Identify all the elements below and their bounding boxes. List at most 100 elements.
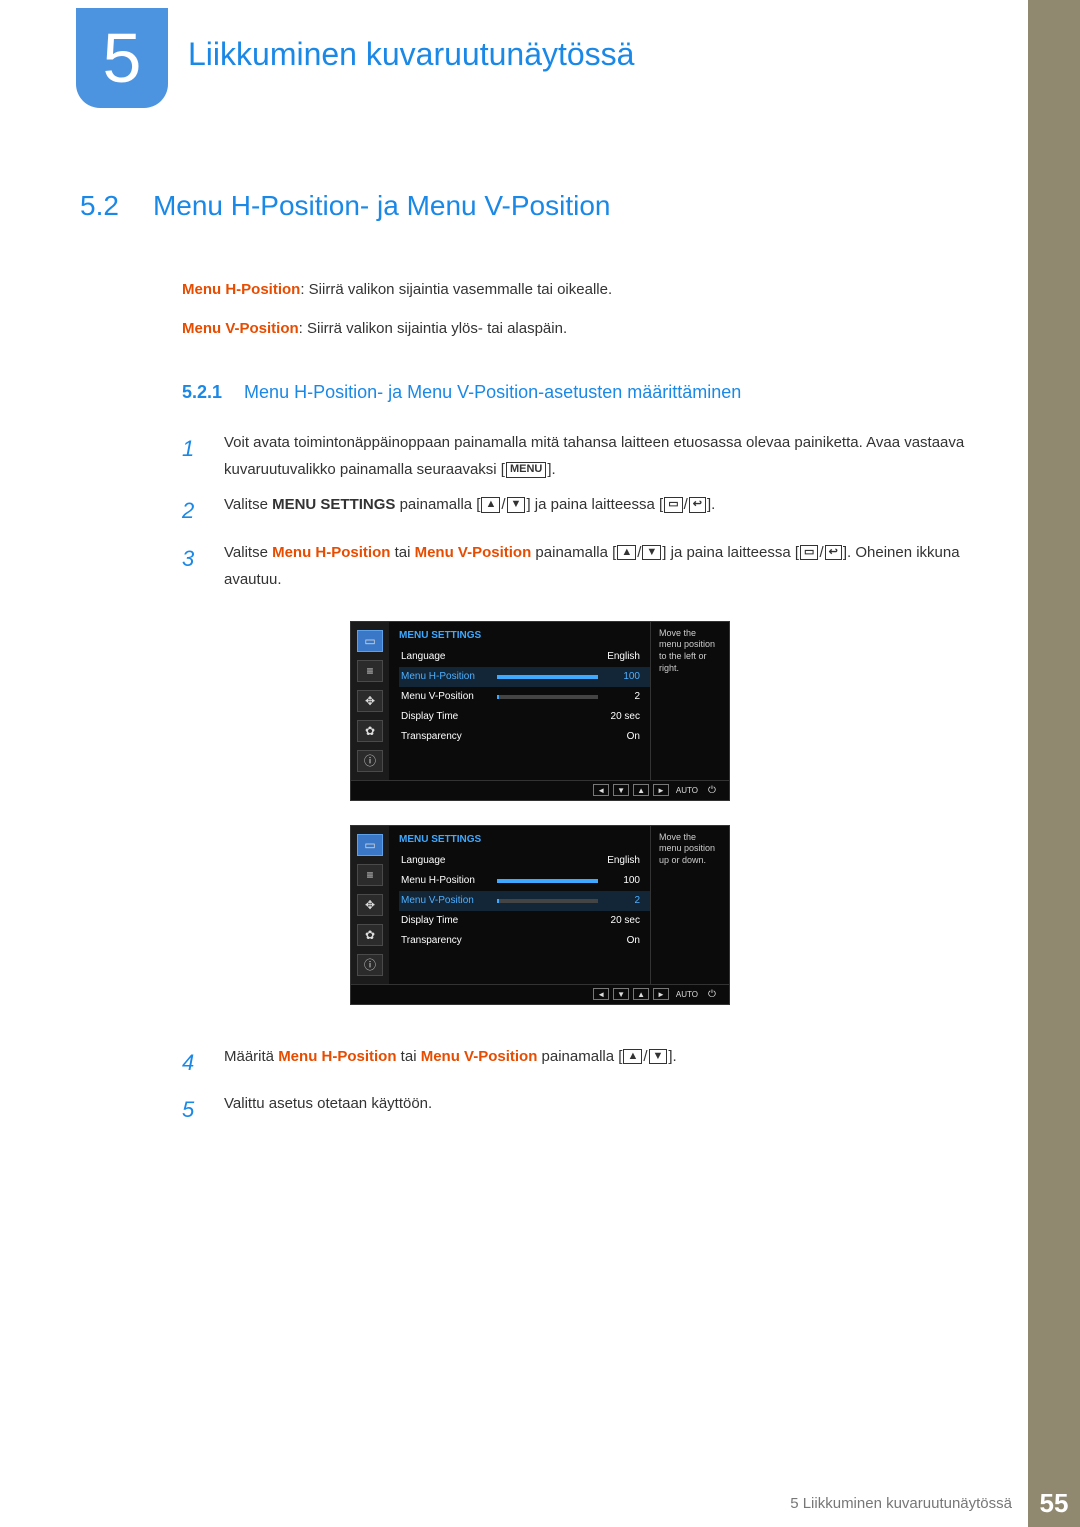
osd-sidebar: ▭ ≡ ✥ ✿ ⓘ [351, 826, 389, 984]
osd-row-label: Menu H-Position [399, 671, 497, 682]
key-glyph: ▼ [649, 1049, 668, 1064]
osd-nav-icon: ▼ [613, 784, 629, 796]
osd-main: MENU SETTINGS Language English Menu H-Posit… [389, 622, 651, 780]
osd-row-label: Transparency [399, 731, 497, 742]
osd-row: Menu V-Position 2 [399, 891, 650, 911]
step: 4 Määritä Menu H-Position tai Menu V-Posi… [182, 1043, 1000, 1083]
osd-slider [497, 899, 598, 903]
osd-help-text: Move the menu position up or down. [651, 826, 729, 984]
key-glyph: ▭ [800, 545, 818, 560]
footer-page-number: 55 [1028, 1479, 1080, 1527]
osd-title: MENU SETTINGS [399, 630, 650, 641]
step: 5Valittu asetus otetaan käyttöön. [182, 1090, 1000, 1130]
osd-row: Menu H-Position 100 [399, 871, 650, 891]
intro-line-2: Menu V-Position: Siirrä valikon sijainti… [182, 309, 1000, 348]
chapter-number-badge: 5 [76, 8, 168, 108]
osd-screenshot: ▭ ≡ ✥ ✿ ⓘ MENU SETTINGS Language English Menu H-… [350, 825, 730, 1005]
key-glyph: ▼ [507, 497, 526, 512]
osd-sidebar-icon: ▭ [357, 630, 383, 652]
step-number: 5 [182, 1090, 204, 1130]
osd-row-value: On [598, 935, 650, 946]
chapter-title: Liikkuminen kuvaruutunäytössä [188, 36, 634, 73]
power-icon: ⏻ [705, 988, 719, 1000]
osd-row-value: English [598, 651, 650, 662]
step: 3 Valitse Menu H-Position tai Menu V-Posi… [182, 539, 1000, 593]
osd-row: Language English [399, 851, 650, 871]
step-text: Voit avata toimintonäppäinoppaan painama… [224, 429, 1000, 483]
osd-main: MENU SETTINGS Language English Menu H-Posit… [389, 826, 651, 984]
osd-row-value: 100 [598, 875, 650, 886]
osd-row: Menu V-Position 2 [399, 687, 650, 707]
osd-footer: ◄ ▼ ▲ ► AUTO ⏻ [351, 984, 729, 1004]
key-glyph: ▲ [617, 545, 636, 560]
subsection-title: Menu H-Position- ja Menu V-Position-aset… [244, 382, 741, 403]
osd-nav-icon: ► [653, 784, 669, 796]
key-glyph: ↩ [689, 497, 706, 512]
osd-nav-icon: ▼ [613, 988, 629, 1000]
osd-row-value: 2 [598, 895, 650, 906]
osd-nav-icon: ▲ [633, 988, 649, 1000]
osd-row: TransparencyOn [399, 727, 650, 747]
osd-row-label: Menu H-Position [399, 875, 497, 886]
osd-sidebar-icon: ✿ [357, 924, 383, 946]
osd-auto-label: AUTO [673, 988, 701, 1000]
osd-sidebar-icon: ✿ [357, 720, 383, 742]
intro-term-2: Menu V-Position [182, 320, 299, 337]
key-glyph: ▼ [642, 545, 661, 560]
osd-row-value: 100 [598, 671, 650, 682]
osd-row-value: 20 sec [598, 915, 650, 926]
intro-term-1: Menu H-Position [182, 281, 300, 298]
intro-rest-1: : Siirrä valikon sijaintia vasemmalle ta… [300, 281, 612, 298]
step-text: Valitse MENU SETTINGS painamalla [▲/▼] j… [224, 491, 715, 531]
osd-sidebar-icon: ▭ [357, 834, 383, 856]
key-glyph: ▲ [623, 1049, 642, 1064]
osd-help-text: Move the menu position to the left or ri… [651, 622, 729, 780]
osd-auto-label: AUTO [673, 784, 701, 796]
step-number: 4 [182, 1043, 204, 1083]
step-text: Valitse Menu H-Position tai Menu V-Posit… [224, 539, 1000, 593]
step: 2 Valitse MENU SETTINGS painamalla [▲/▼] … [182, 491, 1000, 531]
osd-sidebar: ▭ ≡ ✥ ✿ ⓘ [351, 622, 389, 780]
step: 1Voit avata toimintonäppäinoppaan painam… [182, 429, 1000, 483]
osd-sidebar-icon: ✥ [357, 690, 383, 712]
osd-row-label: Language [399, 651, 497, 662]
right-margin-bar [1028, 0, 1080, 1527]
osd-sidebar-icon: ≡ [357, 864, 383, 886]
osd-nav-icon: ◄ [593, 988, 609, 1000]
power-icon: ⏻ [705, 784, 719, 796]
osd-row: Menu H-Position 100 [399, 667, 650, 687]
osd-row: Transparency On [399, 931, 650, 951]
osd-sidebar-icon: ⓘ [357, 750, 383, 772]
osd-slider [497, 675, 598, 679]
key-glyph: ▲ [481, 497, 500, 512]
section-title: Menu H-Position- ja Menu V-Position [153, 190, 611, 222]
osd-sidebar-icon: ✥ [357, 894, 383, 916]
osd-footer: ◄ ▼ ▲ ► AUTO ⏻ [351, 780, 729, 800]
osd-nav-icon: ◄ [593, 784, 609, 796]
osd-row: Display Time20 sec [399, 707, 650, 727]
osd-row-label: Display Time [399, 915, 497, 926]
osd-row-value: 2 [598, 691, 650, 702]
osd-row-label: Menu V-Position [399, 691, 497, 702]
osd-row-label: Transparency [399, 935, 497, 946]
subsection-number: 5.2.1 [182, 382, 222, 403]
osd-nav-icon: ► [653, 988, 669, 1000]
osd-sidebar-icon: ⓘ [357, 954, 383, 976]
osd-slider [497, 879, 598, 883]
osd-screenshot: ▭ ≡ ✥ ✿ ⓘ MENU SETTINGS Language English Menu H-… [350, 621, 730, 801]
osd-title: MENU SETTINGS [399, 834, 650, 845]
step-text: Määritä Menu H-Position tai Menu V-Posit… [224, 1043, 677, 1083]
osd-row: Language English [399, 647, 650, 667]
osd-row-label: Language [399, 855, 497, 866]
step-number: 3 [182, 539, 204, 593]
footer-text: 5 Liikkuminen kuvaruutunäytössä [790, 1495, 1012, 1512]
osd-row-label: Menu V-Position [399, 895, 497, 906]
osd-row-value: English [598, 855, 650, 866]
osd-sidebar-icon: ≡ [357, 660, 383, 682]
osd-nav-icon: ▲ [633, 784, 649, 796]
section-number: 5.2 [80, 190, 119, 222]
key-glyph: ↩ [825, 545, 842, 560]
intro-rest-2: : Siirrä valikon sijaintia ylös- tai ala… [299, 320, 567, 337]
intro-line-1: Menu H-Position: Siirrä valikon sijainti… [182, 270, 1000, 309]
step-number: 2 [182, 491, 204, 531]
